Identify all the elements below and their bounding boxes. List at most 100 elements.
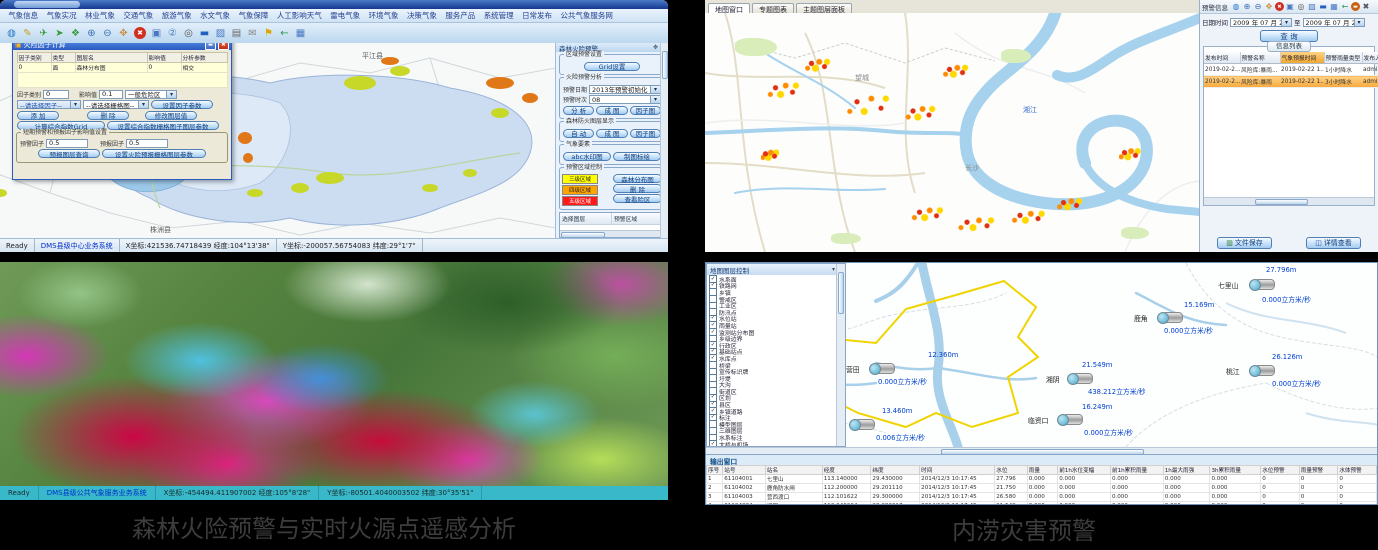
table-row[interactable]: 2019-02-2...风险库:暴雨...2019-02-22 1...1小时降… (1204, 64, 1378, 76)
layer-item[interactable]: ✓大桥与机场 (709, 441, 835, 446)
layer-panel-titlebar[interactable]: 地图图层控制 ▾ ✖ (707, 264, 845, 275)
analyze-button[interactable]: 分 析 (563, 106, 594, 115)
forecast-query-button[interactable]: 预报图层查询 (38, 149, 100, 158)
warn-factor-input[interactable] (46, 139, 88, 148)
column-header[interactable]: 1h最大雨强 (1163, 466, 1210, 475)
zone-select[interactable]: 一般危险区 ▾ (125, 90, 177, 99)
fire-map[interactable]: 长沙市 平江县 宁乡县 株洲县 ▣ 火险因子计算 ▬ ✖ (0, 43, 556, 239)
pan-icon[interactable]: ✥ (1264, 0, 1274, 14)
layer-zone-list[interactable]: 选择图层 预警区域 (559, 212, 665, 238)
tree-tool-icon[interactable]: ❖ (68, 26, 83, 40)
window-icon[interactable]: ▣ (149, 26, 164, 40)
column-header[interactable]: 预警名称 (1240, 52, 1280, 64)
delete-button[interactable]: 删 除 (613, 184, 662, 193)
layer-checkbox[interactable]: ✓ (709, 440, 717, 446)
factor-select[interactable]: --请选择因子-- ▾ (17, 100, 81, 109)
fly-tool-icon[interactable]: ✈ (36, 26, 51, 40)
column-header[interactable]: 站号 (723, 466, 766, 475)
zoom-out-icon[interactable]: ⊖ (1253, 0, 1263, 14)
flood-map[interactable]: 湘江 望城 长沙 (705, 13, 1200, 252)
column-header[interactable]: 预警区域 (612, 213, 664, 224)
menu-item[interactable]: 气象实况 (42, 10, 80, 21)
forest-dist-button[interactable]: 森林分布图 (613, 174, 662, 183)
stop-icon[interactable]: ▬ (1351, 2, 1360, 11)
menu-item[interactable]: 交通气象 (119, 10, 157, 21)
table-row[interactable]: 461104004湘阴113.04626428.6833172014/12/3 … (707, 502, 1377, 505)
zoom-in-icon[interactable]: ⊕ (84, 26, 99, 40)
delete-button[interactable]: 删 除 (87, 111, 129, 120)
table-row[interactable]: 0面森林分布图0相交 (17, 63, 227, 73)
grid-set-button[interactable]: Grid设置 (584, 62, 640, 71)
menu-item[interactable]: 服务产品 (441, 10, 479, 21)
column-header[interactable]: 分析参数 (181, 53, 227, 63)
map-grid-icon[interactable]: ▦ (293, 26, 308, 40)
menu-item[interactable]: 人工影响天气 (273, 10, 326, 21)
column-header[interactable]: 因子类别 (17, 53, 51, 63)
menu-item[interactable]: 气象信息 (4, 10, 42, 21)
image-tool-icon[interactable]: ▨ (1307, 0, 1317, 14)
menu-item[interactable]: 雷电气象 (326, 10, 364, 21)
map-grid-icon[interactable]: ▦ (1329, 0, 1339, 14)
station-cylinder-icon[interactable] (1162, 312, 1183, 323)
chevron-down-icon[interactable]: ▾ (1281, 19, 1291, 26)
station-cylinder-icon[interactable] (1062, 414, 1083, 425)
column-header[interactable]: 3h累积雨量 (1210, 466, 1261, 475)
station-map[interactable]: 27.796m 七里山 0.000立方米/秒 15.169m 鹿角 0.000立… (706, 263, 1377, 447)
make-map-button[interactable]: 成 图 (596, 106, 627, 115)
close-icon[interactable]: ✖ (218, 43, 229, 50)
clear-icon[interactable]: ✖ (1275, 2, 1284, 11)
plot-annotate-button[interactable]: 制图标绘 (613, 152, 661, 161)
modify-layer-button[interactable]: 修改图层值 (145, 111, 197, 120)
window-titlebar[interactable] (0, 0, 668, 9)
close-icon[interactable]: ✖ (1361, 0, 1371, 14)
close-tool-icon[interactable]: ✖ (134, 27, 146, 39)
menu-item[interactable]: 气象保障 (234, 10, 272, 21)
column-header[interactable]: 水位预警 (1261, 466, 1300, 475)
zoom-out-icon[interactable]: ⊖ (100, 26, 115, 40)
column-header[interactable]: 时间 (920, 466, 995, 475)
column-header[interactable]: 雨量 (1027, 466, 1057, 475)
save-file-button[interactable]: ▥ 文件保存 (1217, 237, 1272, 249)
forecast-factor-input[interactable] (126, 139, 168, 148)
scan-icon[interactable]: ✉ (245, 26, 260, 40)
chevron-down-icon[interactable]: ▾ (650, 96, 660, 103)
station-cylinder-icon[interactable] (1072, 373, 1093, 384)
search-icon[interactable]: ◎ (1296, 0, 1306, 14)
menu-item[interactable]: 决策气象 (403, 10, 441, 21)
factor-input[interactable] (43, 90, 69, 99)
menu-item[interactable]: 公共气象服务网 (556, 10, 617, 21)
globe-icon[interactable]: ◍ (1231, 0, 1241, 14)
table-row[interactable]: 2019-02-2...风险库:暴雨2019-02-22 1...3小时降水ad… (1204, 76, 1378, 88)
menu-item[interactable]: 水文气象 (196, 10, 234, 21)
factor-map-button[interactable]: 因子图 (630, 106, 661, 115)
table-row[interactable]: 161104001七里山113.14000029.4300002014/12/3… (707, 475, 1377, 484)
menu-item[interactable]: 林业气象 (81, 10, 119, 21)
column-header[interactable]: 发布人 (1362, 52, 1378, 64)
window-icon[interactable]: ▣ (1285, 0, 1295, 14)
column-header-sorted[interactable]: 气象预报时间 (1280, 52, 1324, 64)
column-header[interactable]: 影响值 (147, 53, 181, 63)
bar-tool-icon[interactable]: ▬ (197, 26, 212, 40)
station-cylinder-icon[interactable] (1254, 365, 1275, 376)
column-header[interactable]: 纬度 (871, 466, 920, 475)
menu-item[interactable]: 日常发布 (518, 10, 556, 21)
pan-icon[interactable]: ✥ (116, 26, 131, 40)
tab-output-window[interactable]: 输出窗口 (710, 456, 737, 466)
grid-select[interactable]: --请选择栅格图-- ▾ (83, 100, 149, 109)
column-header[interactable]: 站名 (765, 466, 822, 475)
station-cylinder-icon[interactable] (1254, 279, 1275, 290)
vertical-scrollbar[interactable] (660, 43, 668, 239)
zoom-in-icon[interactable]: ⊕ (1242, 0, 1252, 14)
pin-icon[interactable]: ✥ (653, 44, 658, 51)
column-header[interactable]: 类型 (51, 53, 75, 63)
set-grid-params-button[interactable]: 设置综合指数栅格图子图层参数 (107, 121, 219, 130)
impact-input[interactable] (99, 90, 123, 99)
station-cylinder-icon[interactable] (854, 419, 875, 430)
column-header[interactable]: 前1h水位变幅 (1058, 466, 1111, 475)
station-table-wrap[interactable]: 序号 站号 站名 经度 纬度 时间 水位 雨量 前1h水位变幅 前1h累积雨量 … (706, 465, 1377, 504)
date-to-picker[interactable]: 2009 年 07 月 29 日 ▾ (1303, 18, 1365, 27)
globe-icon[interactable]: ◍ (4, 26, 19, 40)
view-detail-button[interactable]: ◫ 详情查看 (1306, 237, 1361, 249)
table-row[interactable]: 261104002鹿角防水闸112.20000029.2011102014/12… (707, 484, 1377, 493)
dialog-titlebar[interactable]: ▣ 火险因子计算 ▬ ✖ (13, 43, 231, 50)
